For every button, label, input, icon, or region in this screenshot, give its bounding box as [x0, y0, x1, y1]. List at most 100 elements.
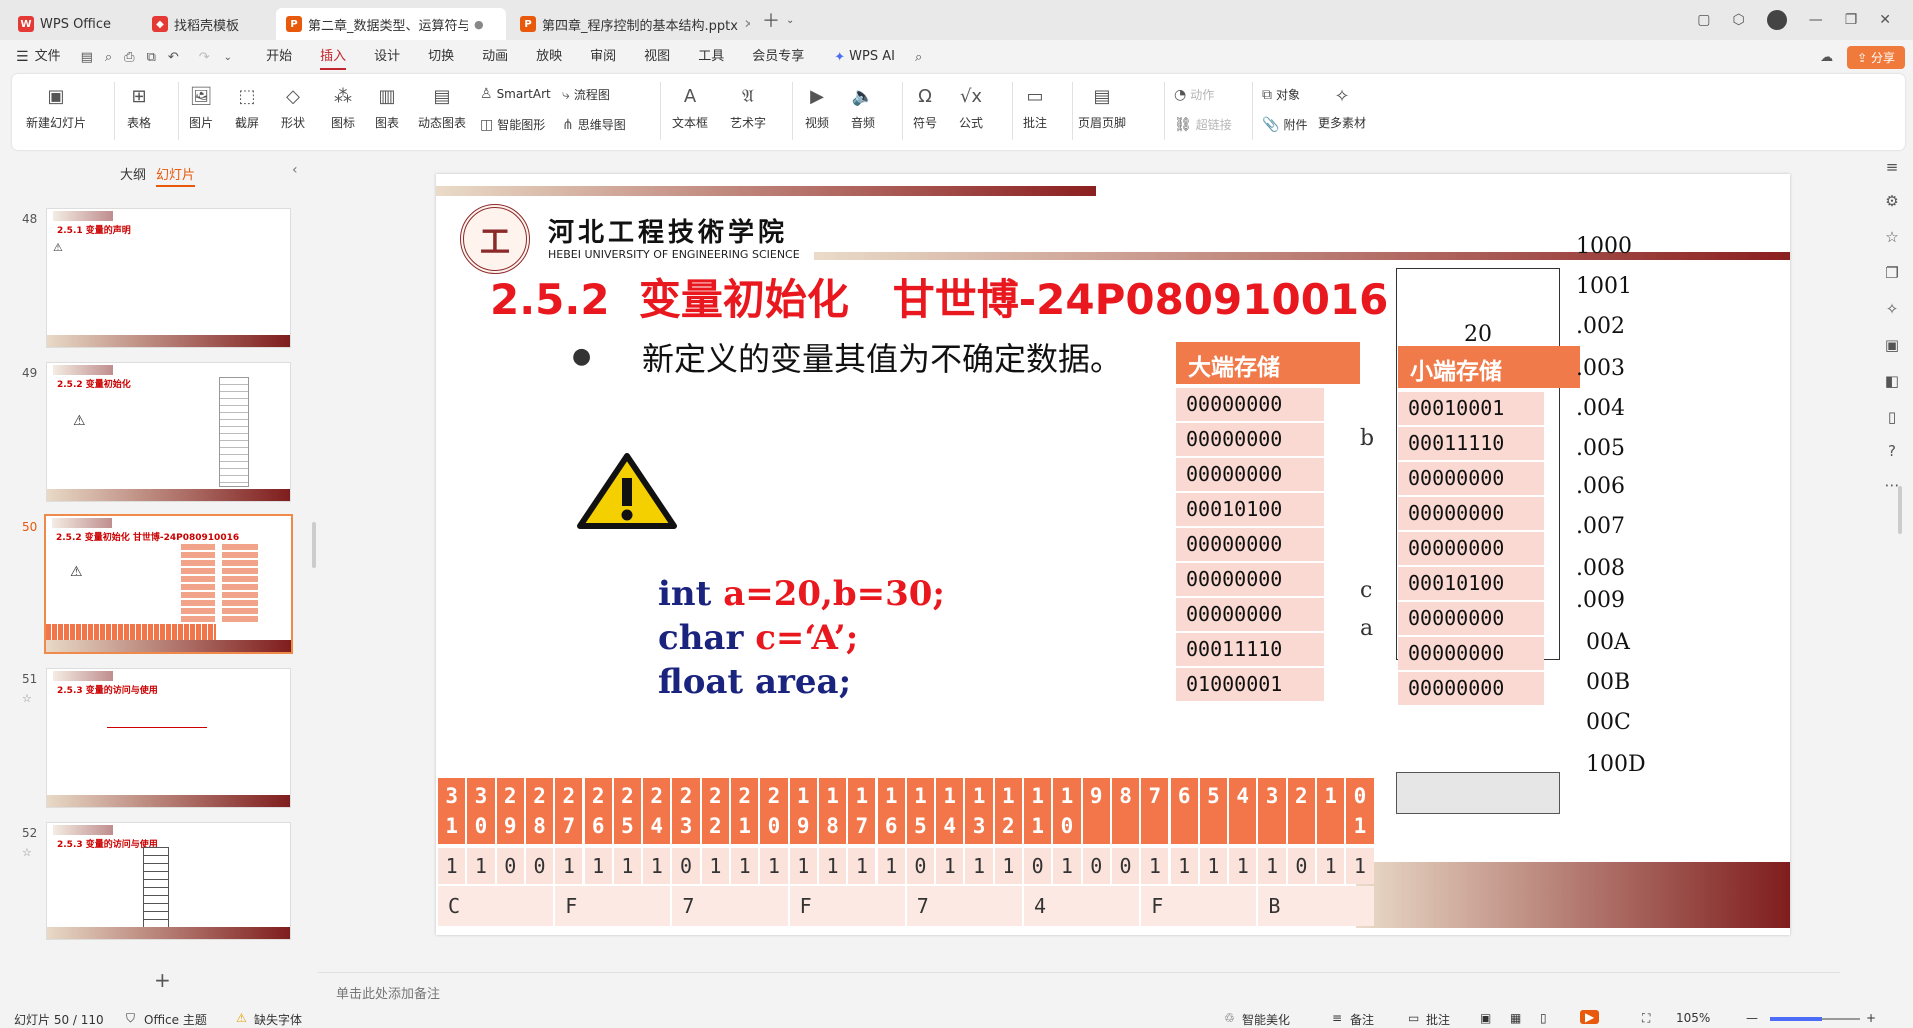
star-icon[interactable]: ☆ [22, 692, 32, 705]
picture-button[interactable]: 🖼 图片 [188, 84, 214, 131]
star-icon[interactable]: ☆ [22, 846, 32, 859]
cloud-sync-icon[interactable]: ☁ [1820, 50, 1833, 65]
avatar[interactable] [1766, 10, 1787, 30]
star-icon[interactable]: ☆ [1882, 228, 1902, 248]
add-slide-icon[interactable]: + [154, 968, 171, 992]
theme-name[interactable]: Office 主题 [144, 1011, 207, 1028]
menu-tools[interactable]: 工具 [684, 40, 738, 74]
icons-button[interactable]: ⁂ 图标 [330, 84, 356, 131]
copy-icon[interactable]: ❐ [1882, 264, 1902, 284]
table-button[interactable]: ⊞ 表格 [126, 84, 152, 131]
layout-icon[interactable]: ◧ [1882, 372, 1902, 392]
hyperlink-button[interactable]: ⛓ 超链接 [1174, 116, 1232, 133]
slide-thumb-48[interactable]: 2.5.1 变量的声明 ⚠ [46, 208, 291, 348]
comment-button[interactable]: ▭ 批注 [1022, 84, 1048, 131]
search-icon[interactable]: ⌕ [915, 50, 922, 65]
image-icon[interactable]: ▣ [1882, 336, 1902, 356]
zoom-slider[interactable] [1770, 1017, 1860, 1021]
chart-button[interactable]: ▥ 图表 [374, 84, 400, 131]
collapse-icon[interactable]: ‹ [292, 162, 298, 178]
menu-view[interactable]: 视图 [630, 40, 684, 74]
attachment-button[interactable]: 📎 附件 [1262, 116, 1307, 133]
slide-thumb-50[interactable]: 2.5.2 变量初始化 甘世博-24P080910016 ⚠ [44, 514, 293, 654]
wordart-button[interactable]: 𝔄 艺术字 [730, 84, 766, 131]
notes-button[interactable]: 备注 [1350, 1011, 1374, 1028]
wps-ai-icon[interactable]: ✦ [834, 50, 845, 65]
comment-button[interactable]: 批注 [1426, 1011, 1450, 1028]
notes-pane[interactable]: 单击此处添加备注 [318, 972, 1840, 1010]
close-window-icon[interactable]: ✕ [1879, 12, 1891, 28]
textbox-button[interactable]: A 文本框 [672, 84, 708, 131]
cloud-icon[interactable]: ⌕ [105, 50, 112, 65]
menu-file[interactable]: 文件 [29, 40, 75, 74]
smartart-button[interactable]: ♙ SmartArt [480, 86, 551, 102]
tab-slides[interactable]: 幻灯片 [156, 164, 196, 187]
book-icon[interactable]: ▯ [1882, 408, 1902, 428]
menu-review[interactable]: 审阅 [576, 40, 630, 74]
window-mode-icon[interactable]: ▢ [1697, 12, 1710, 28]
grid-view-icon[interactable]: ▦ [1510, 1011, 1521, 1025]
tab-outline[interactable]: 大纲 [120, 164, 146, 183]
zoom-in-icon[interactable]: + [1866, 1011, 1876, 1025]
beautify-button[interactable]: 智能美化 [1242, 1011, 1290, 1028]
missing-font[interactable]: 缺失字体 [254, 1011, 302, 1028]
mindmap-button[interactable]: ⋔ 思维导图 [562, 116, 626, 133]
audio-button[interactable]: 🔈 音频 [850, 84, 876, 131]
adjust-icon[interactable]: ⚙ [1882, 192, 1902, 212]
menu-insert[interactable]: 插入 [306, 40, 360, 74]
tab-wps-office[interactable]: W WPS Office [8, 8, 138, 40]
shape-button[interactable]: ◇ 形状 [280, 84, 306, 131]
restore-icon[interactable]: ❐ [1845, 12, 1858, 28]
preview-icon[interactable]: ⧉ [147, 50, 156, 65]
redo-icon[interactable]: ↷ [199, 50, 210, 65]
save-icon[interactable]: ▤ [81, 50, 93, 65]
flowchart-button[interactable]: ⤷ 流程图 [562, 86, 610, 103]
close-icon[interactable]: ✕ [744, 17, 750, 31]
reading-view-icon[interactable]: ▯ [1540, 1011, 1547, 1025]
action-button[interactable]: ◔ 动作 [1174, 86, 1214, 103]
symbol-button[interactable]: Ω 符号 [912, 84, 938, 131]
share-button[interactable]: ⇪ 分享 [1847, 45, 1905, 69]
slide-title[interactable]: 2.5.2 变量初始化 甘世博-24P080910016 [490, 266, 1388, 327]
minimize-icon[interactable]: — [1809, 12, 1823, 28]
code-block[interactable]: int a=20,b=30; char c=‘A’; float area; [658, 572, 945, 704]
zoom-level[interactable]: 105% [1676, 1011, 1710, 1025]
bullet-text[interactable]: 新定义的变量其值为不确定数据。 [642, 334, 1122, 380]
fit-icon[interactable]: ⛶ [1642, 1011, 1650, 1026]
menu-vip[interactable]: 会员专享 [738, 40, 818, 74]
undo-icon[interactable]: ↶ [168, 50, 179, 65]
print-icon[interactable]: ⎙ [124, 50, 134, 65]
menu-icon[interactable]: ≡ [1882, 158, 1902, 178]
chevron-down-icon[interactable]: ⌄ [786, 15, 794, 26]
help-icon[interactable]: ? [1882, 442, 1902, 462]
menu-slideshow[interactable]: 放映 [522, 40, 576, 74]
play-button[interactable]: ▶ [1580, 1010, 1600, 1024]
tab-docer[interactable]: ◆ 找稻壳模板 [142, 8, 270, 40]
tab-chapter2[interactable]: P 第二章_数据类型、运算符与表 ● [276, 8, 506, 40]
video-button[interactable]: ▶ 视频 [804, 84, 830, 131]
slide-thumb-51[interactable]: 2.5.3 变量的访问与使用 [46, 668, 291, 808]
close-icon[interactable]: ● [474, 18, 484, 31]
zoom-out-icon[interactable]: — [1746, 1011, 1758, 1025]
magic-icon[interactable]: ✧ [1882, 300, 1902, 320]
menu-animation[interactable]: 动画 [468, 40, 522, 74]
more-material-button[interactable]: ✧ 更多素材 [1318, 84, 1366, 131]
more-icon[interactable]: ⌄ [224, 52, 232, 63]
screenshot-button[interactable]: ⬚ 截屏 [234, 84, 260, 131]
vertical-scrollbar[interactable] [1898, 486, 1902, 534]
header-footer-button[interactable]: ▤ 页眉页脚 [1078, 84, 1126, 131]
smart-graphic-button[interactable]: ◫ 智能图形 [480, 116, 545, 133]
slide-thumb-49[interactable]: 2.5.2 变量初始化 ⚠ [46, 362, 291, 502]
cube-icon[interactable]: ⬡ [1732, 12, 1744, 28]
dynamic-chart-button[interactable]: ▤ 动态图表 [418, 84, 466, 131]
menu-design[interactable]: 设计 [360, 40, 414, 74]
object-button[interactable]: ⧉ 对象 [1262, 86, 1300, 103]
menu-transition[interactable]: 切换 [414, 40, 468, 74]
slide-thumb-52[interactable]: 2.5.3 变量的访问与使用 [46, 822, 291, 940]
normal-view-icon[interactable]: ▣ [1480, 1011, 1491, 1025]
panel-scrollbar[interactable] [312, 522, 316, 568]
tab-chapter4[interactable]: P 第四章_程序控制的基本结构.pptx ✕ [510, 8, 750, 40]
formula-button[interactable]: √x 公式 [958, 84, 984, 131]
menu-home[interactable]: 开始 [252, 40, 306, 74]
hamburger-icon[interactable]: ☰ [16, 49, 29, 65]
